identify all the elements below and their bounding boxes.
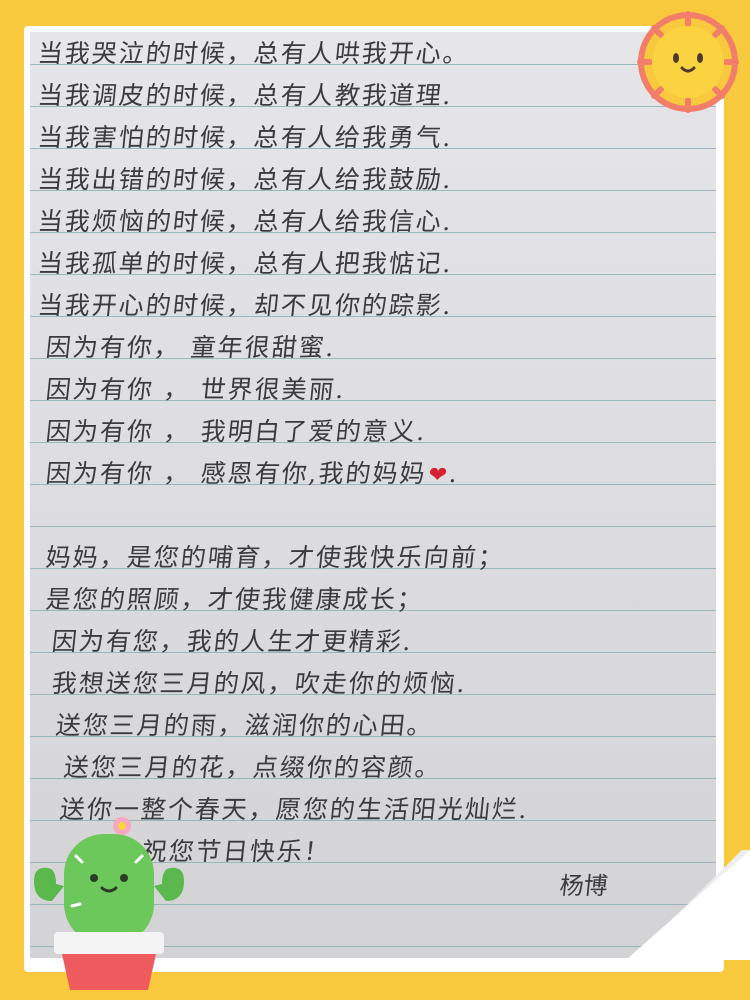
letter-line-15: 因为有您，我的人生才更精彩.	[50, 627, 415, 656]
letter-line-18: 送您三月的花，点缀你的容颜。	[62, 753, 444, 782]
sun-icon	[637, 11, 739, 113]
letter-line-5: 当我烦恼的时候，总有人给我信心.	[36, 207, 455, 236]
letter-line-13: 妈妈，是您的哺育，才使我快乐向前；	[44, 543, 507, 572]
letter-line-10: 因为有你 ， 我明白了爱的意义.	[44, 417, 429, 446]
letter-line-1: 当我哭泣的时候，总有人哄我开心。	[36, 39, 472, 68]
letter-line-11: 因为有你 ， 感恩有你,我的妈妈❤.	[44, 454, 461, 490]
letter-line-3: 当我害怕的时候，总有人给我勇气.	[36, 123, 455, 152]
signature: 杨博	[558, 872, 610, 900]
letter-line-17: 送您三月的雨，滋润你的心田。	[54, 711, 436, 740]
letter-line-9: 因为有你 ， 世界很美丽.	[44, 375, 348, 404]
letter-line-7: 当我开心的时候，却不见你的踪影.	[36, 291, 455, 320]
cactus-icon	[34, 817, 184, 990]
letter-line-16: 我想送您三月的风，吹走你的烦恼.	[50, 669, 469, 698]
letter-line-2: 当我调皮的时候，总有人教我道理.	[36, 81, 455, 110]
letter-line-6: 当我孤单的时候，总有人把我惦记.	[36, 249, 455, 278]
ruled-line	[30, 526, 716, 527]
letter-line-11-text: 因为有你 ， 感恩有你,我的妈妈	[44, 459, 429, 488]
letter-line-14: 是您的照顾，才使我健康成长；	[44, 585, 426, 614]
letter-line-8: 因为有你， 童年很甜蜜.	[44, 333, 338, 362]
letter-line-4: 当我出错的时候，总有人给我鼓励.	[36, 165, 455, 194]
